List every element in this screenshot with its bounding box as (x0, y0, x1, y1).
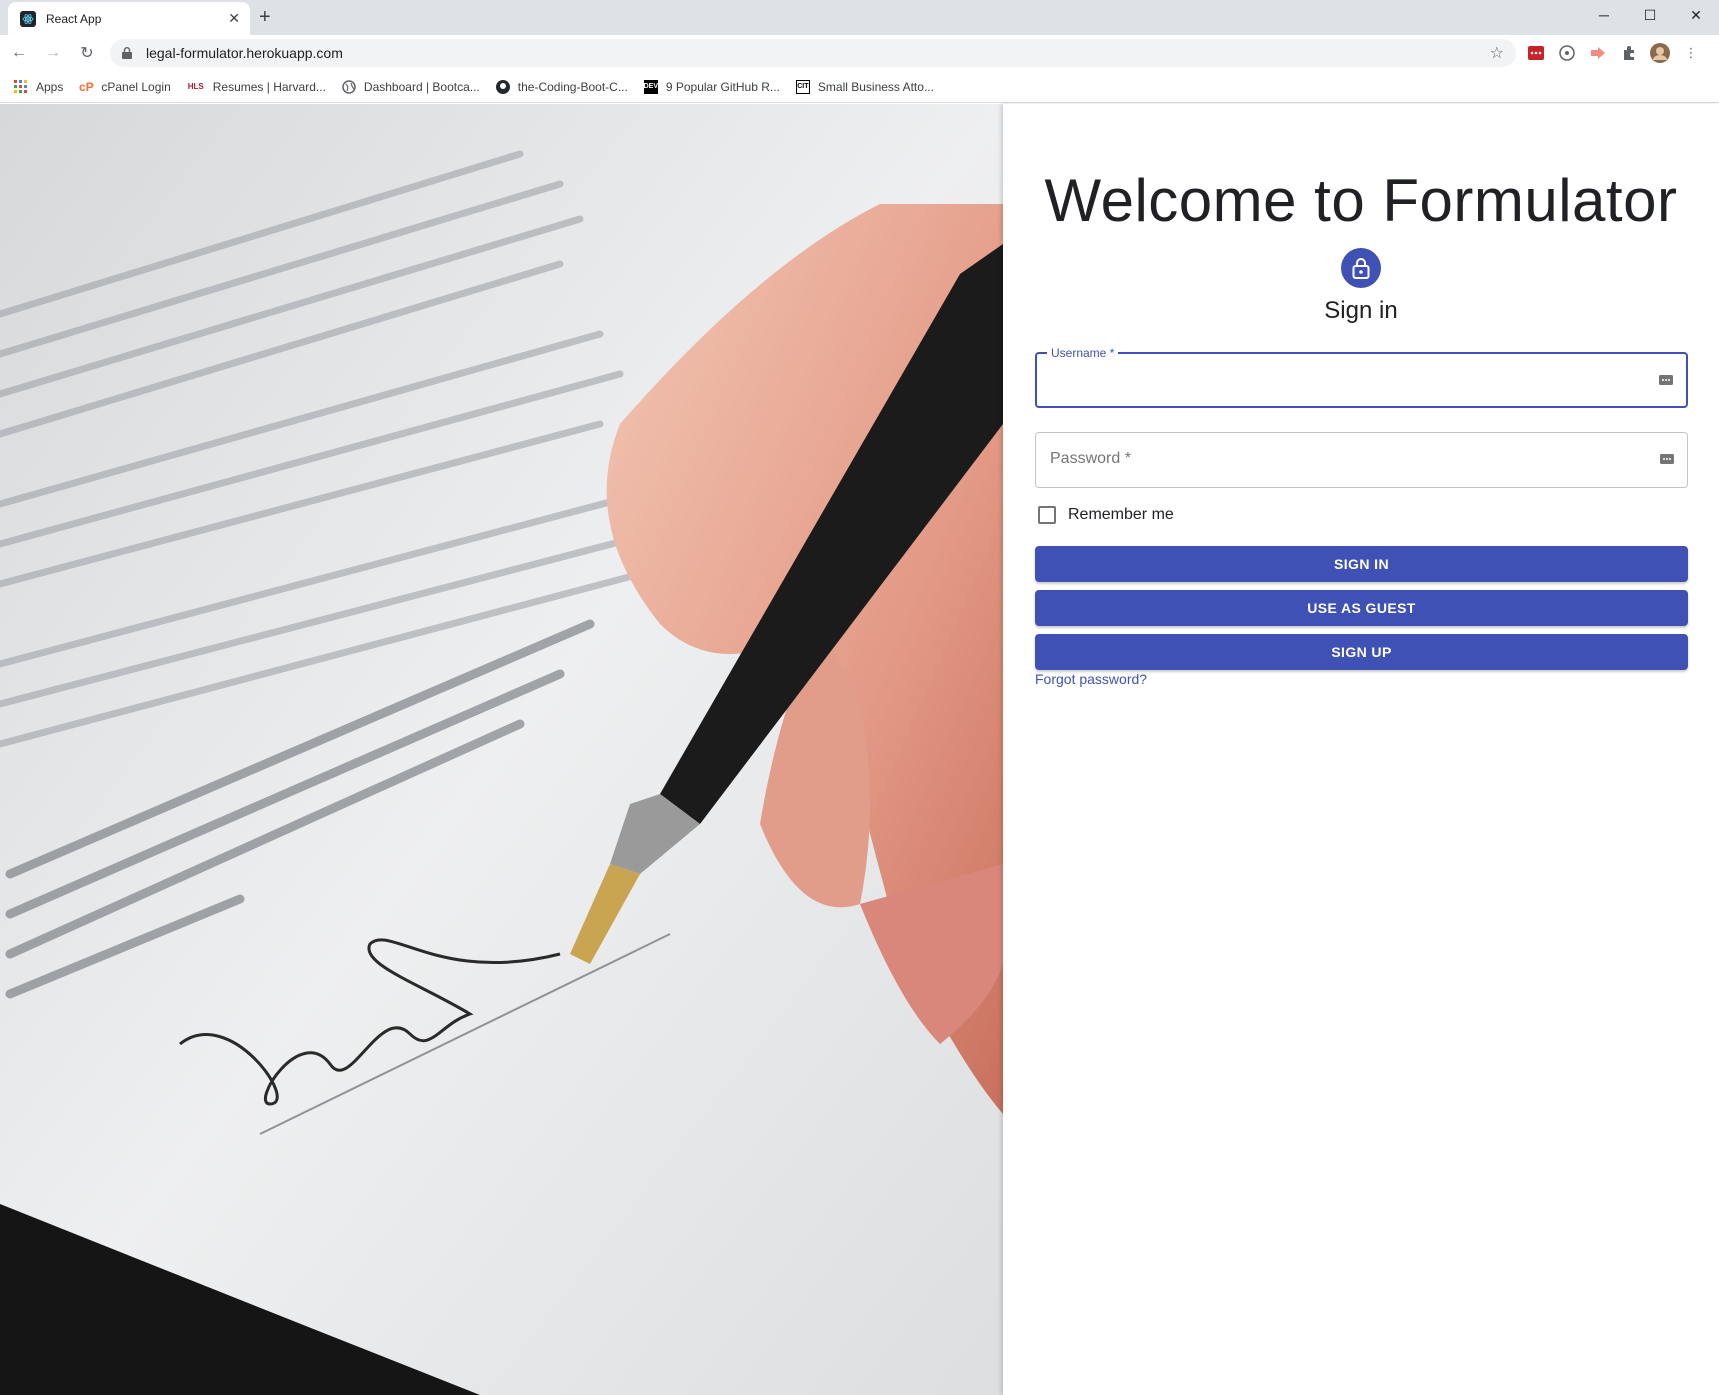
extensions-puzzle-icon[interactable] (1619, 43, 1639, 63)
sign-in-heading: Sign in (1324, 297, 1398, 324)
extensions-area: ⋮ (1526, 43, 1701, 63)
sign-in-button[interactable]: SIGN IN (1035, 546, 1688, 582)
window-controls: ─ ☐ ✕ (1581, 0, 1719, 30)
guest-button[interactable]: USE AS GUEST (1035, 590, 1688, 626)
reload-icon[interactable]: ↻ (72, 43, 102, 63)
minimize-icon[interactable]: ─ (1581, 0, 1627, 30)
hls-icon: HLS (187, 82, 204, 91)
bookmark-label: the-Coding-Boot-C... (517, 79, 628, 94)
apps-grid-icon (14, 79, 28, 94)
page-title: Welcome to Formulator (1044, 167, 1678, 234)
bookmark-popular-github[interactable]: DEV 9 Popular GitHub R... (644, 79, 780, 94)
address-bar[interactable]: legal-formulator.herokuapp.com ☆ (110, 39, 1516, 67)
lastpass-icon[interactable] (1526, 43, 1546, 63)
close-window-icon[interactable]: ✕ (1673, 0, 1719, 30)
username-label: Username * (1047, 346, 1119, 360)
browser-menu-icon[interactable]: ⋮ (1681, 43, 1701, 63)
bookmark-cpanel[interactable]: cP cPanel Login (79, 79, 171, 94)
cpanel-icon: cP (79, 79, 94, 94)
bookmark-github[interactable]: the-Coding-Boot-C... (495, 79, 628, 94)
remember-me-label: Remember me (1068, 506, 1174, 523)
browser-toolbar: ← → ↻ legal-formulator.herokuapp.com ☆ ⋮ (0, 35, 1719, 71)
new-tab-icon[interactable]: + (259, 6, 271, 29)
extension-circle-icon[interactable] (1557, 43, 1577, 63)
password-field[interactable]: Password * (1035, 432, 1688, 488)
forward-icon[interactable]: → (38, 44, 68, 62)
lock-icon (122, 47, 132, 59)
bookmark-label: cPanel Login (101, 79, 171, 94)
bookmarks-bar: Apps cP cPanel Login HLS Resumes | Harva… (0, 71, 1719, 103)
bookmark-label: Apps (36, 79, 64, 94)
extension-arrow-icon[interactable] (1588, 43, 1608, 63)
bookmark-label: Dashboard | Bootca... (363, 79, 480, 94)
react-favicon-icon (20, 10, 36, 27)
sign-up-button[interactable]: SIGN UP (1035, 634, 1688, 670)
globe-icon (342, 79, 356, 94)
back-icon[interactable]: ← (4, 44, 34, 62)
url-text: legal-formulator.herokuapp.com (146, 45, 343, 61)
bookmark-label: 9 Popular GitHub R... (665, 79, 780, 94)
browser-tab-strip: React App ✕ + ─ ☐ ✕ (0, 0, 1719, 35)
sign-in-panel: Welcome to Formulator Sign in Username *… (1003, 104, 1719, 1395)
lock-avatar (1341, 248, 1381, 288)
remember-me-row[interactable]: Remember me (1035, 506, 1174, 524)
bookmark-apps[interactable]: Apps (14, 79, 64, 94)
forgot-password-link[interactable]: Forgot password? (1035, 671, 1147, 687)
bookmark-star-icon[interactable]: ☆ (1490, 43, 1504, 63)
bookmark-label: Resumes | Harvard... (212, 79, 326, 94)
hero-photo-signing-document (0, 104, 1003, 1395)
dev-icon: DEV (644, 79, 658, 94)
lock-outline-icon (1352, 258, 1370, 279)
cit-icon: CIT (795, 79, 810, 94)
page-content: Welcome to Formulator Sign in Username *… (0, 104, 1719, 1395)
github-icon (495, 79, 510, 94)
bookmark-dashboard[interactable]: Dashboard | Bootca... (342, 80, 480, 94)
tab-title: React App (46, 11, 102, 26)
maximize-icon[interactable]: ☐ (1627, 0, 1673, 30)
browser-tab[interactable]: React App ✕ (8, 2, 250, 35)
close-tab-icon[interactable]: ✕ (228, 10, 240, 27)
bookmark-resumes[interactable]: HLS Resumes | Harvard... (187, 80, 326, 94)
password-placeholder: Password * (1050, 450, 1131, 467)
username-field[interactable]: Username * (1035, 346, 1688, 408)
password-manager-key-icon[interactable] (1658, 372, 1674, 388)
bookmark-label: Small Business Atto... (817, 79, 934, 94)
remember-me-checkbox[interactable] (1038, 506, 1056, 524)
bookmark-small-business[interactable]: CIT Small Business Atto... (795, 79, 934, 94)
profile-avatar-icon[interactable] (1650, 43, 1670, 63)
password-manager-key-icon[interactable] (1659, 451, 1675, 467)
